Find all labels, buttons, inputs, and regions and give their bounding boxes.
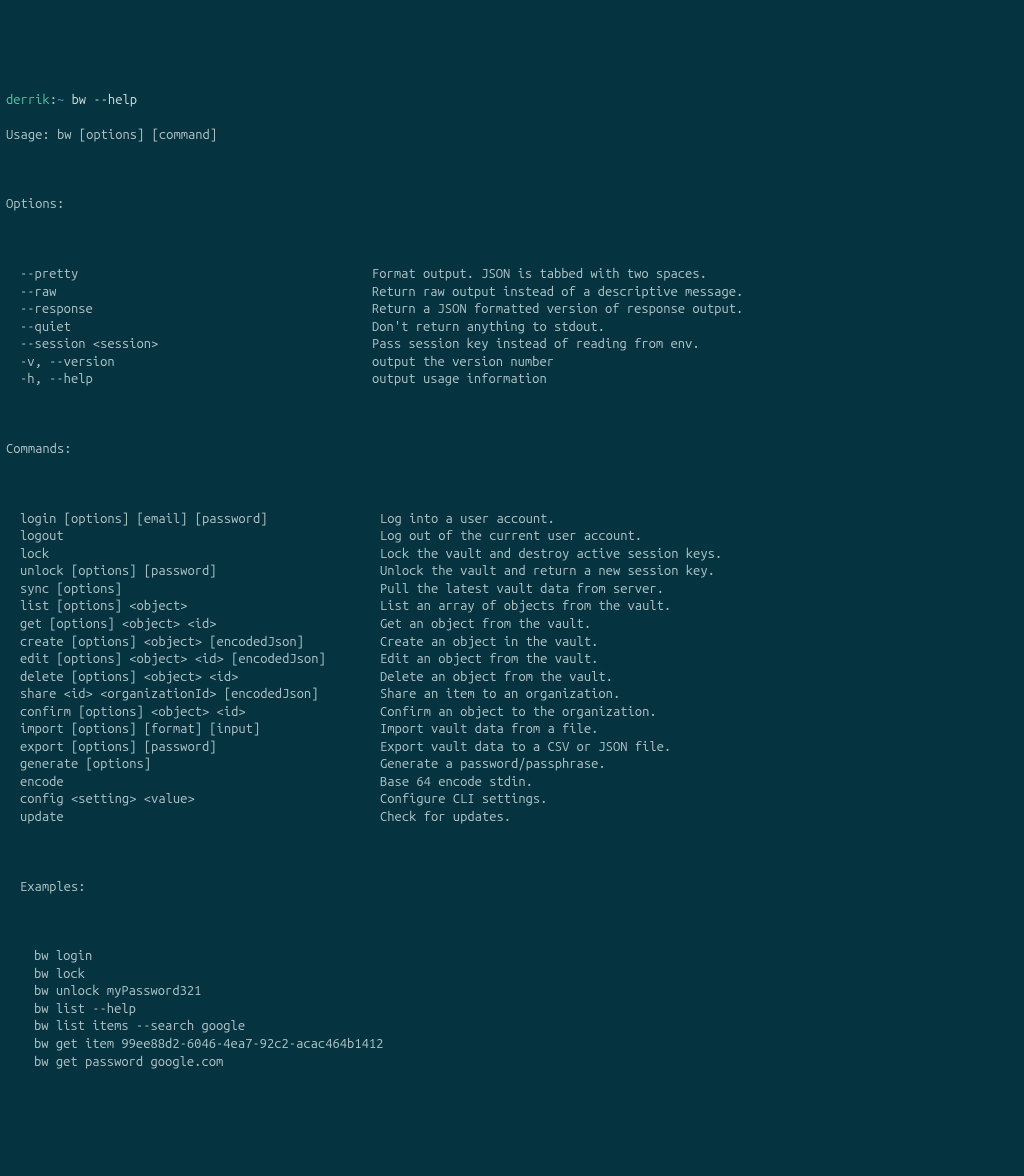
- command-row: updateCheck for updates.: [6, 809, 1018, 827]
- prompt-sep: :: [50, 93, 57, 107]
- typed-command: bw --help: [72, 93, 138, 107]
- prompt-line: derrik:~ bw --help: [6, 92, 1018, 110]
- option-row: --prettyFormat output. JSON is tabbed wi…: [6, 266, 1018, 284]
- option-row: --rawReturn raw output instead of a desc…: [6, 284, 1018, 302]
- example-line: bw lock: [6, 966, 1018, 984]
- command-name: config <setting> <value>: [20, 791, 380, 809]
- example-line: bw get password google.com: [6, 1054, 1018, 1072]
- option-desc: Format output. JSON is tabbed with two s…: [372, 266, 1018, 284]
- command-row: delete [options] <object> <id>Delete an …: [6, 669, 1018, 687]
- command-desc: Generate a password/passphrase.: [380, 756, 1018, 774]
- command-name: logout: [20, 528, 380, 546]
- command-name: sync [options]: [20, 581, 380, 599]
- option-row: --responseReturn a JSON formatted versio…: [6, 301, 1018, 319]
- command-row: login [options] [email] [password]Log in…: [6, 511, 1018, 529]
- command-row: share <id> <organizationId> [encodedJson…: [6, 686, 1018, 704]
- command-name: encode: [20, 774, 380, 792]
- command-desc: Log out of the current user account.: [380, 528, 1018, 546]
- command-row: confirm [options] <object> <id>Confirm a…: [6, 704, 1018, 722]
- command-row: generate [options]Generate a password/pa…: [6, 756, 1018, 774]
- command-name: create [options] <object> [encodedJson]: [20, 634, 380, 652]
- command-name: get [options] <object> <id>: [20, 616, 380, 634]
- option-flag: -v, --version: [20, 354, 372, 372]
- command-row: logoutLog out of the current user accoun…: [6, 528, 1018, 546]
- command-row: list [options] <object>List an array of …: [6, 598, 1018, 616]
- command-name: lock: [20, 546, 380, 564]
- option-row: -h, --helpoutput usage information: [6, 371, 1018, 389]
- example-line: bw list items --search google: [6, 1018, 1018, 1036]
- command-row: edit [options] <object> <id> [encodedJso…: [6, 651, 1018, 669]
- command-name: edit [options] <object> <id> [encodedJso…: [20, 651, 380, 669]
- usage-line: Usage: bw [options] [command]: [6, 127, 1018, 145]
- command-desc: Export vault data to a CSV or JSON file.: [380, 739, 1018, 757]
- command-desc: Pull the latest vault data from server.: [380, 581, 1018, 599]
- option-row: --session <session>Pass session key inst…: [6, 336, 1018, 354]
- command-name: generate [options]: [20, 756, 380, 774]
- command-desc: Import vault data from a file.: [380, 721, 1018, 739]
- command-desc: Lock the vault and destroy active sessio…: [380, 546, 1018, 564]
- example-line: bw login: [6, 948, 1018, 966]
- example-line: bw get item 99ee88d2-6046-4ea7-92c2-acac…: [6, 1036, 1018, 1054]
- command-row: sync [options]Pull the latest vault data…: [6, 581, 1018, 599]
- command-name: confirm [options] <object> <id>: [20, 704, 380, 722]
- option-flag: -h, --help: [20, 371, 372, 389]
- command-name: import [options] [format] [input]: [20, 721, 380, 739]
- command-name: unlock [options] [password]: [20, 563, 380, 581]
- command-desc: Unlock the vault and return a new sessio…: [380, 563, 1018, 581]
- terminal-output[interactable]: derrik:~ bw --help Usage: bw [options] […: [6, 74, 1018, 1088]
- option-flag: --session <session>: [20, 336, 372, 354]
- option-flag: --quiet: [20, 319, 372, 337]
- options-header: Options:: [6, 196, 1018, 214]
- command-row: encodeBase 64 encode stdin.: [6, 774, 1018, 792]
- option-desc: Pass session key instead of reading from…: [372, 336, 1018, 354]
- option-row: --quietDon't return anything to stdout.: [6, 319, 1018, 337]
- option-desc: Return a JSON formatted version of respo…: [372, 301, 1018, 319]
- command-name: list [options] <object>: [20, 598, 380, 616]
- option-desc: output usage information: [372, 371, 1018, 389]
- command-name: login [options] [email] [password]: [20, 511, 380, 529]
- option-flag: --pretty: [20, 266, 372, 284]
- option-flag: --response: [20, 301, 372, 319]
- command-name: share <id> <organizationId> [encodedJson…: [20, 686, 380, 704]
- command-desc: Edit an object from the vault.: [380, 651, 1018, 669]
- command-desc: Confirm an object to the organization.: [380, 704, 1018, 722]
- command-name: update: [20, 809, 380, 827]
- option-flag: --raw: [20, 284, 372, 302]
- option-desc: Don't return anything to stdout.: [372, 319, 1018, 337]
- command-row: config <setting> <value>Configure CLI se…: [6, 791, 1018, 809]
- option-row: -v, --versionoutput the version number: [6, 354, 1018, 372]
- command-name: delete [options] <object> <id>: [20, 669, 380, 687]
- command-desc: Delete an object from the vault.: [380, 669, 1018, 687]
- command-desc: Get an object from the vault.: [380, 616, 1018, 634]
- command-desc: Log into a user account.: [380, 511, 1018, 529]
- command-row: unlock [options] [password]Unlock the va…: [6, 563, 1018, 581]
- command-desc: Configure CLI settings.: [380, 791, 1018, 809]
- command-row: get [options] <object> <id>Get an object…: [6, 616, 1018, 634]
- command-desc: Base 64 encode stdin.: [380, 774, 1018, 792]
- commands-header: Commands:: [6, 441, 1018, 459]
- example-line: bw list --help: [6, 1001, 1018, 1019]
- command-row: create [options] <object> [encodedJson]C…: [6, 634, 1018, 652]
- command-desc: Check for updates.: [380, 809, 1018, 827]
- command-desc: Create an object in the vault.: [380, 634, 1018, 652]
- example-line: bw unlock myPassword321: [6, 983, 1018, 1001]
- command-desc: Share an item to an organization.: [380, 686, 1018, 704]
- command-row: lockLock the vault and destroy active se…: [6, 546, 1018, 564]
- prompt-user: derrik: [6, 93, 50, 107]
- command-row: export [options] [password]Export vault …: [6, 739, 1018, 757]
- examples-header: Examples:: [6, 879, 1018, 897]
- command-desc: List an array of objects from the vault.: [380, 598, 1018, 616]
- option-desc: output the version number: [372, 354, 1018, 372]
- option-desc: Return raw output instead of a descripti…: [372, 284, 1018, 302]
- prompt-path: ~: [57, 93, 64, 107]
- command-name: export [options] [password]: [20, 739, 380, 757]
- command-row: import [options] [format] [input]Import …: [6, 721, 1018, 739]
